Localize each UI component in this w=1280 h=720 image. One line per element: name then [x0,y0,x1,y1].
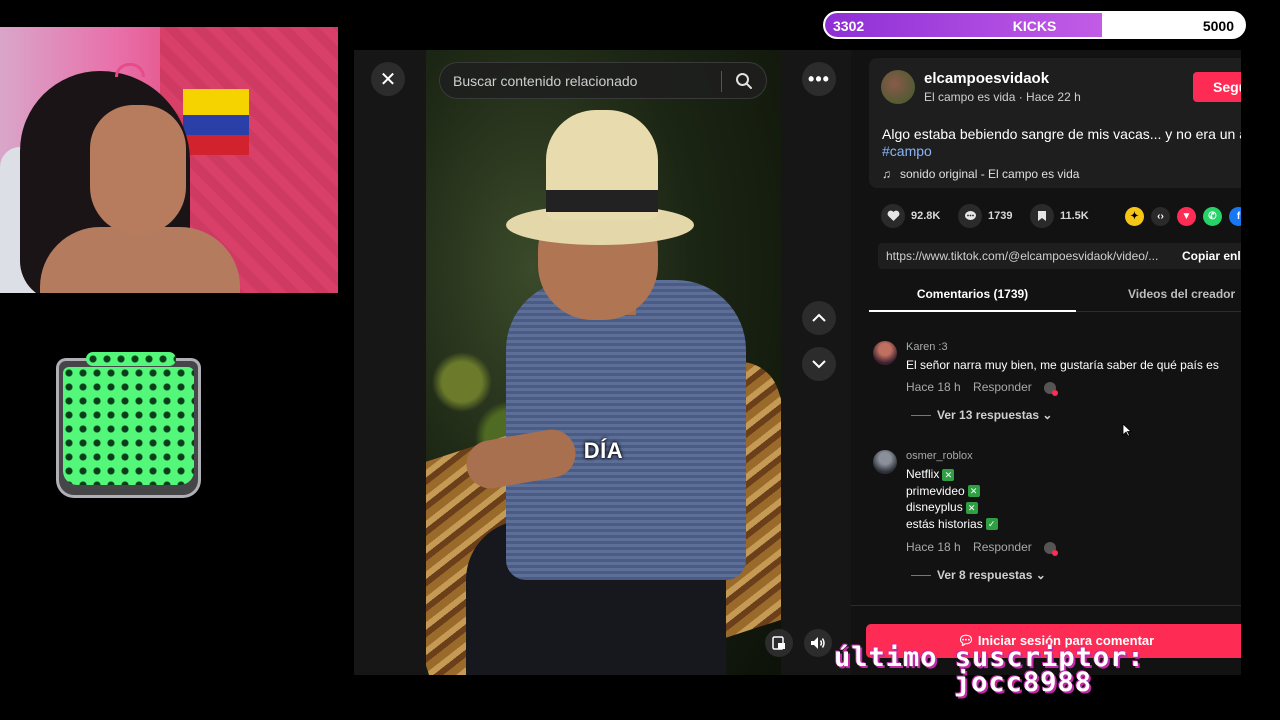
next-video-button[interactable] [802,347,836,381]
like-comment-icon[interactable] [1044,541,1059,556]
commenter-avatar[interactable] [873,450,897,474]
bookmark-icon [1038,211,1046,221]
view-replies-button[interactable]: Ver 13 respuestas ⌄ [911,408,1052,422]
kicks-label: KICKS [1012,18,1057,34]
check-mark-icon: ✕ [967,485,980,498]
commenter-avatar[interactable] [873,341,897,365]
like-count: 92.8K [911,210,941,222]
creator-username[interactable]: elcampoesvidaok [924,70,1049,87]
more-options-button[interactable]: ••• [802,62,836,96]
comment-time: Hace 18 h [906,380,961,394]
search-bar[interactable]: Buscar contenido relacionado [439,62,767,99]
view-replies-label: Ver 13 respuestas [937,408,1040,422]
speaker-icon [811,637,825,649]
save-count: 11.5K [1060,210,1089,222]
comment-line: disneyplus [906,500,963,514]
comment-meta: Hace 18 h Responder [906,380,1059,396]
comment-icon [964,211,976,220]
comment-line: primevideo [906,483,965,498]
kicks-jar-widget [56,352,201,498]
video-caption: DÍA [583,438,624,463]
video-player[interactable]: DÍA [426,50,781,675]
ellipsis-icon: ••• [808,68,830,89]
close-icon: ✕ [379,68,397,91]
tab-comments[interactable]: Comentarios (1739) [869,287,1076,301]
last-subscriber-overlay: último suscriptor: jocc8988 [834,644,1145,698]
tab-creator-videos[interactable]: Videos del creador [1128,287,1235,301]
like-comment-icon[interactable] [1044,381,1059,396]
post-description: Algo estaba bebiendo sangre de mis vacas… [882,126,1241,142]
chevron-up-icon [812,313,826,322]
floating-player-button[interactable] [765,629,793,657]
whatsapp-icon[interactable]: ✆ [1203,207,1222,226]
share-link-url[interactable]: https://www.tiktok.com/@elcampoesvidaok/… [886,249,1176,263]
send-share-icon[interactable]: ▼ [1177,207,1196,226]
comment-meta: Hace 18 h Responder [906,540,1059,556]
kicks-goal-value: 5000 [1202,18,1234,34]
picture-in-picture-icon [772,636,785,650]
view-replies-button[interactable]: Ver 8 respuestas ⌄ [911,568,1046,582]
share-link-row: https://www.tiktok.com/@elcampoesvidaok/… [878,243,1241,269]
commenter-username[interactable]: osmer_roblox [906,450,973,462]
comment-text: El señor narra muy bien, me gustaría sab… [906,358,1219,372]
save-button[interactable]: 11.5K [1030,204,1089,228]
mouse-cursor-icon [1122,423,1132,437]
volume-button[interactable] [804,629,832,657]
heart-icon [887,210,899,221]
search-icon[interactable] [735,72,753,90]
close-button[interactable]: ✕ [371,62,405,96]
sound-label: sonido original - El campo es vida [900,167,1080,181]
sound-link[interactable]: ♫ sonido original - El campo es vida [882,167,1079,181]
colombia-flag [183,89,249,155]
comment-button[interactable]: 1739 [958,204,1012,228]
video-area: DÍA ✕ Buscar contenido relacionado ••• [354,50,851,675]
comment-line: estás historias [906,516,983,531]
search-input[interactable]: Buscar contenido relacionado [453,73,637,89]
view-replies-label: Ver 8 respuestas [937,568,1033,582]
post-info-card: elcampoesvidaok El campo es vida · Hace … [869,58,1241,188]
embed-code-icon[interactable]: ‹› [1151,207,1170,226]
previous-video-button[interactable] [802,301,836,335]
check-mark-icon: ✕ [942,468,955,481]
copy-link-button[interactable]: Copiar enl [1182,249,1241,263]
comment-line: Netflix [906,467,940,481]
panel-tabs: Comentarios (1739) Videos del creador [869,278,1241,312]
like-button[interactable]: 92.8K [881,204,940,228]
last-subscriber-name: jocc8988 [954,667,1093,698]
post-hashtag[interactable]: #campo [882,143,932,159]
check-mark-icon: ✕ [965,501,978,514]
creator-subtitle: El campo es vida · Hace 22 h [924,90,1081,104]
comment-count: 1739 [988,210,1013,222]
reply-button[interactable]: Responder [973,540,1032,554]
tiktok-video-modal: DÍA ✕ Buscar contenido relacionado ••• e… [354,50,1241,675]
comment-text: Netflix ✕ primevideo ✕ disneyplus ✕ estás h… [906,466,998,532]
coin-share-icon[interactable]: ✦ [1125,207,1144,226]
chevron-down-icon: ⌄ [1035,568,1046,582]
kicks-goal-bar: 3302 KICKS 5000 [823,11,1246,39]
comment-time: Hace 18 h [906,540,961,554]
facebook-icon[interactable]: f [1229,207,1241,226]
music-note-icon: ♫ [882,167,891,181]
webcam-feed [0,27,338,293]
creator-avatar[interactable] [881,70,915,104]
chevron-down-icon: ⌄ [1042,408,1053,422]
reply-button[interactable]: Responder [973,380,1032,394]
commenter-username[interactable]: Karen :3 [906,341,948,353]
follow-button[interactable]: Seguir [1193,72,1241,102]
active-tab-indicator [869,310,1076,312]
chevron-down-icon [812,360,826,369]
check-mark-icon: ✓ [985,518,998,531]
post-details-panel: elcampoesvidaok El campo es vida · Hace … [851,50,1241,675]
